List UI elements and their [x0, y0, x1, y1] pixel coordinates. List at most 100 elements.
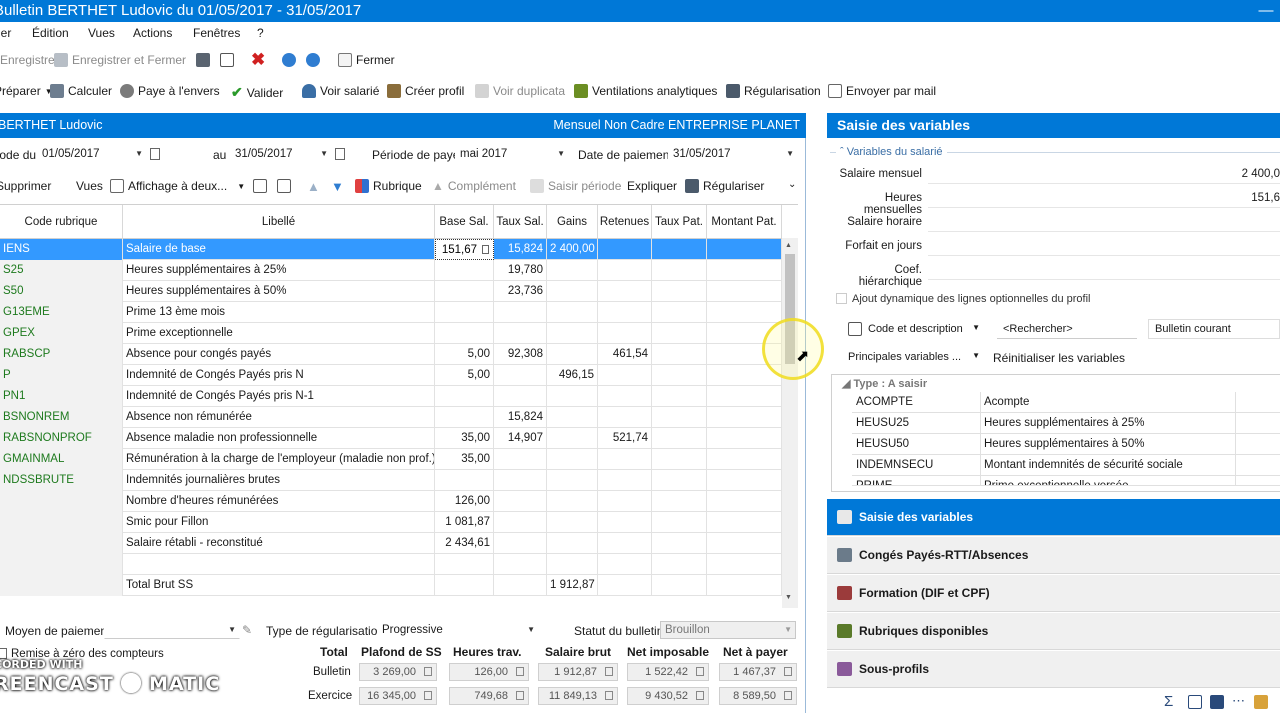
- nav-variables[interactable]: Saisie des variables: [827, 499, 1280, 536]
- table-cell[interactable]: [598, 323, 652, 344]
- table-cell[interactable]: [598, 533, 652, 554]
- table-cell[interactable]: [707, 533, 782, 554]
- grid-scrollbar[interactable]: ▲ ▼: [782, 238, 798, 608]
- main-variables-select[interactable]: Principales variables ... ▼: [844, 347, 984, 367]
- table-cell[interactable]: Total Brut SS: [123, 575, 435, 596]
- analytics-button[interactable]: Ventilations analytiques: [574, 84, 717, 98]
- table-cell[interactable]: 496,15: [547, 365, 598, 386]
- scroll-up-icon[interactable]: ▲: [785, 242, 792, 249]
- col-header-employer-amount[interactable]: Montant Pat.: [707, 205, 782, 239]
- table-cell[interactable]: [598, 407, 652, 428]
- table-cell[interactable]: [598, 239, 652, 260]
- table-cell[interactable]: [598, 491, 652, 512]
- table-cell[interactable]: Absence pour congés payés: [123, 344, 435, 365]
- list-item[interactable]: PRIME Prime exceptionnelle versée: [852, 476, 1280, 486]
- period-to-field[interactable]: 31/05/2017 ▼: [230, 145, 332, 163]
- table-cell[interactable]: Prime 13 ème mois: [123, 302, 435, 323]
- table-cell[interactable]: Indemnité de Congés Payés pris N-1: [123, 386, 435, 407]
- table-row[interactable]: BSNONREM Absence non rémunérée 15,824: [0, 407, 782, 428]
- table-cell[interactable]: [494, 386, 547, 407]
- table-cell[interactable]: [435, 281, 494, 302]
- table-cell[interactable]: 92,308: [494, 344, 547, 365]
- variable-value[interactable]: [928, 236, 1280, 256]
- table-cell[interactable]: [598, 302, 652, 323]
- table-cell[interactable]: [598, 575, 652, 596]
- table-cell[interactable]: [494, 533, 547, 554]
- regularisation-button[interactable]: Régularisation: [726, 84, 821, 98]
- table-cell[interactable]: [494, 470, 547, 491]
- table-cell[interactable]: [547, 533, 598, 554]
- period-from-field[interactable]: 01/05/2017 ▼: [37, 145, 147, 163]
- table-cell[interactable]: Smic pour Fillon: [123, 512, 435, 533]
- table-cell[interactable]: [547, 281, 598, 302]
- table-cell[interactable]: 15,824: [494, 407, 547, 428]
- table-cell[interactable]: [707, 554, 782, 575]
- table-row[interactable]: P Indemnité de Congés Payés pris N 5,00 496…: [0, 365, 782, 386]
- table-cell[interactable]: [652, 260, 707, 281]
- rubric-button[interactable]: Rubrique: [355, 179, 422, 193]
- table-cell[interactable]: 521,74: [598, 428, 652, 449]
- variable-value[interactable]: 2 400,0: [928, 164, 1280, 184]
- table-cell[interactable]: [707, 428, 782, 449]
- input-period-button[interactable]: Saisir période: [530, 179, 621, 193]
- table-cell[interactable]: 1 081,87: [435, 512, 494, 533]
- table-cell[interactable]: BSNONREM: [0, 407, 123, 428]
- table-cell[interactable]: [435, 260, 494, 281]
- prepare-button[interactable]: Préparer▼: [0, 84, 53, 98]
- nav-leave[interactable]: Congés Payés-RTT/Absences: [827, 537, 1280, 574]
- table-cell[interactable]: [494, 512, 547, 533]
- table-cell[interactable]: Heures supplémentaires à 50%: [123, 281, 435, 302]
- table-cell[interactable]: NDSSBRUTE: [0, 470, 123, 491]
- pay-date-field[interactable]: 31/05/2017 ▼: [668, 145, 798, 163]
- calendar-icon[interactable]: [1188, 695, 1202, 709]
- table-cell[interactable]: Indemnités journalières brutes: [123, 470, 435, 491]
- table-row[interactable]: PN1 Indemnité de Congés Payés pris N-1: [0, 386, 782, 407]
- display-select[interactable]: Affichage à deux... ▼: [110, 179, 245, 193]
- list-item[interactable]: ACOMPTE Acompte: [852, 392, 1280, 413]
- table-cell[interactable]: [707, 512, 782, 533]
- table-cell[interactable]: [652, 491, 707, 512]
- grid-icon-2[interactable]: [277, 179, 291, 193]
- print-button[interactable]: [196, 53, 210, 67]
- grid-icon-1[interactable]: [253, 179, 267, 193]
- move-down-button[interactable]: ▼: [331, 179, 344, 194]
- table-cell[interactable]: [435, 470, 494, 491]
- toolbar-overflow-button[interactable]: ⌄: [788, 179, 796, 190]
- table-cell[interactable]: [652, 386, 707, 407]
- table-icon[interactable]: [1210, 695, 1224, 709]
- save-button[interactable]: Enregistrer: [0, 53, 59, 67]
- complement-button[interactable]: ▲ Complément: [432, 179, 516, 193]
- more-icon[interactable]: ⋯: [1232, 693, 1245, 709]
- table-cell[interactable]: GPEX: [0, 323, 123, 344]
- table-cell[interactable]: [123, 554, 435, 575]
- table-cell[interactable]: [435, 554, 494, 575]
- table-cell[interactable]: Absence non rémunérée: [123, 407, 435, 428]
- col-header-code[interactable]: Code rubrique: [0, 205, 123, 239]
- table-cell[interactable]: [0, 533, 123, 554]
- table-cell[interactable]: [494, 491, 547, 512]
- nav-training[interactable]: Formation (DIF et CPF): [827, 575, 1280, 612]
- table-cell[interactable]: [547, 323, 598, 344]
- search-input[interactable]: <Rechercher>: [997, 319, 1137, 339]
- table-cell[interactable]: [598, 365, 652, 386]
- table-cell[interactable]: [494, 449, 547, 470]
- variable-value[interactable]: 151,6: [928, 188, 1280, 208]
- calendar-icon[interactable]: [150, 148, 160, 160]
- menu-edit[interactable]: Édition: [32, 26, 69, 40]
- delete-line-button[interactable]: Supprimer: [0, 179, 51, 193]
- table-cell[interactable]: [547, 449, 598, 470]
- table-cell[interactable]: [652, 344, 707, 365]
- regulate-button[interactable]: Régulariser: [685, 179, 764, 193]
- table-cell[interactable]: [0, 512, 123, 533]
- table-cell[interactable]: P: [0, 365, 123, 386]
- table-cell[interactable]: [547, 470, 598, 491]
- table-cell[interactable]: [435, 323, 494, 344]
- table-cell[interactable]: [435, 575, 494, 596]
- table-cell[interactable]: [707, 491, 782, 512]
- table-cell[interactable]: Rémunération à la charge de l'employeur …: [123, 449, 435, 470]
- col-header-rate[interactable]: Taux Sal.: [494, 205, 547, 239]
- table-cell[interactable]: [547, 302, 598, 323]
- table-cell[interactable]: [547, 260, 598, 281]
- table-row[interactable]: S50 Heures supplémentaires à 50% 23,736: [0, 281, 782, 302]
- regul-type-select[interactable]: Progressive ▼: [377, 621, 539, 639]
